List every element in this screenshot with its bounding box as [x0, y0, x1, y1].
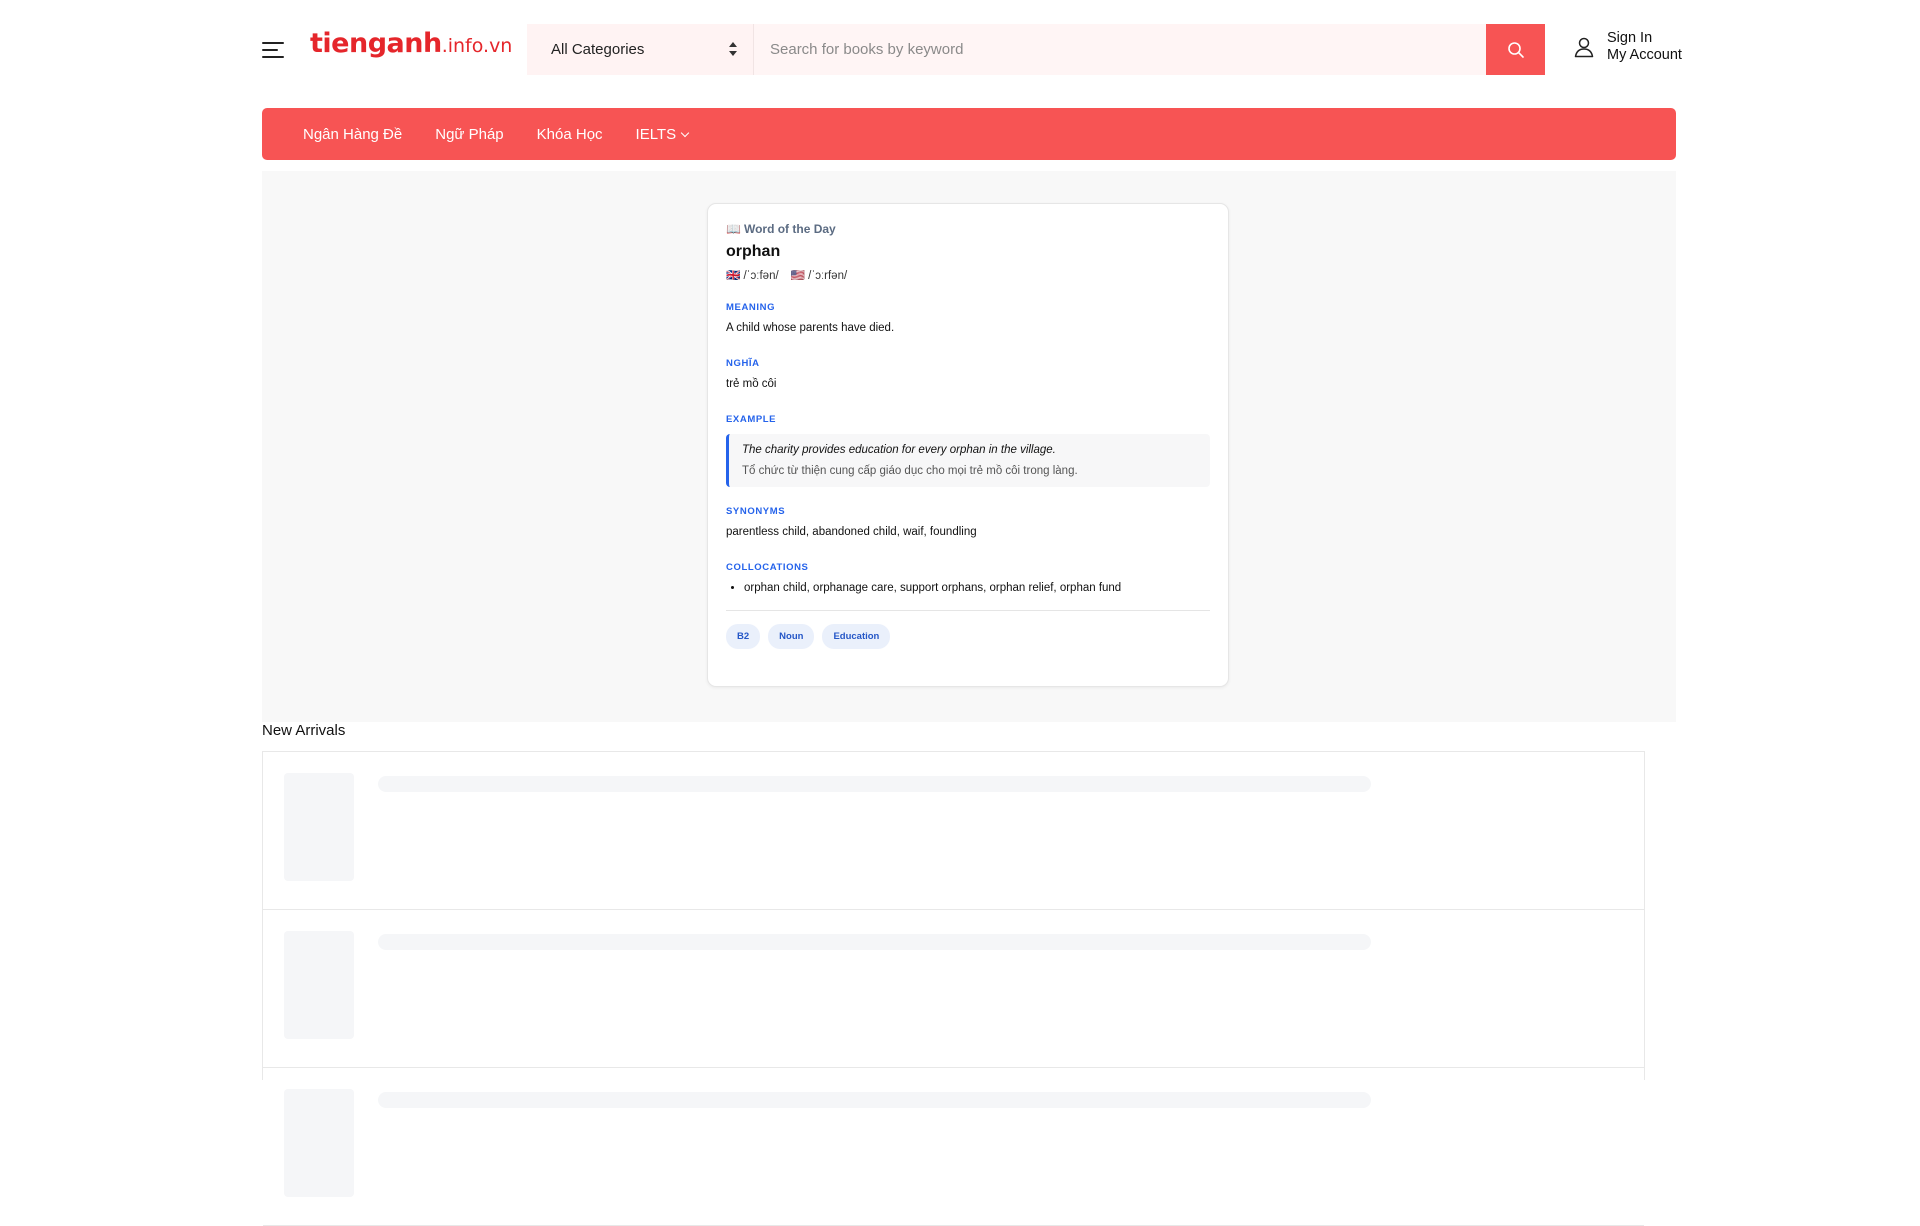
- nav-item-khoa-hoc[interactable]: Khóa Học: [537, 126, 603, 143]
- tag-list: B2 Noun Education: [726, 624, 1210, 649]
- chevron-down-icon: [680, 128, 690, 137]
- nav-item-ielts[interactable]: IELTS: [635, 125, 690, 143]
- new-arrivals-heading: New Arrivals: [262, 722, 346, 739]
- wotd-label-text: Word of the Day: [743, 222, 836, 236]
- nav-item-ngan-hang-de[interactable]: Ngân Hàng Đề: [303, 126, 402, 143]
- search-bar: All Categories: [527, 24, 1545, 75]
- user-icon: [1574, 37, 1594, 58]
- skeleton-thumbnail: [284, 1089, 354, 1197]
- phonetics: 🇬🇧 /ˈɔːfən/ 🇺🇸 /ˈɔːrfən/: [726, 268, 1210, 282]
- example-english: The charity provides education for every…: [742, 444, 1056, 456]
- skeleton-title-line: [378, 776, 1371, 792]
- synonyms-text: parentless child, abandoned child, waif,…: [726, 526, 977, 538]
- tag-part-of-speech: Noun: [768, 624, 815, 649]
- menu-icon[interactable]: [262, 40, 284, 60]
- nav-item-label: Ngân Hàng Đề: [303, 125, 403, 143]
- phonetic-us: 🇺🇸 /ˈɔːrfən/: [790, 270, 848, 282]
- phonetic-uk: 🇬🇧 /ˈɔːfən/: [726, 270, 779, 282]
- search-icon: [1507, 41, 1524, 58]
- example-vietnamese: Tổ chức từ thiện cung cấp giáo dục cho m…: [742, 465, 1078, 477]
- nav-item-label: IELTS: [635, 125, 677, 143]
- site-logo[interactable]: tienganh .info.vn: [310, 28, 512, 68]
- my-account-label: My Account: [1607, 47, 1682, 63]
- collocations-list: orphan child, orphanage care, support or…: [726, 582, 1210, 594]
- wotd-label: 📖 Word of the Day: [726, 222, 1210, 236]
- list-item: [263, 752, 1644, 910]
- synonyms-heading: SYNONYMS: [726, 506, 786, 517]
- nav-item-ngu-phap[interactable]: Ngữ Pháp: [435, 126, 503, 143]
- book-icon: 📖: [726, 222, 741, 236]
- example-heading: EXAMPLE: [726, 414, 777, 425]
- skeleton-thumbnail: [284, 773, 354, 881]
- nghia-heading: NGHĨA: [726, 358, 760, 369]
- word-of-the-day-section: 📖 Word of the Day orphan 🇬🇧 /ˈɔːfən/ 🇺🇸 …: [262, 171, 1676, 722]
- account-link[interactable]: Sign In My Account: [1573, 30, 1682, 64]
- sign-in-label: Sign In: [1607, 30, 1653, 46]
- main-nav: Ngân Hàng Đề Ngữ Pháp Khóa Học IELTS: [262, 108, 1676, 160]
- search-button[interactable]: [1486, 24, 1545, 75]
- word-of-the-day-card: 📖 Word of the Day orphan 🇬🇧 /ˈɔːfən/ 🇺🇸 …: [707, 203, 1229, 687]
- collocations-heading: COLLOCATIONS: [726, 562, 809, 573]
- site-header: tienganh .info.vn All Categories Sign In…: [0, 0, 1920, 100]
- nav-item-label: Ngữ Pháp: [435, 125, 504, 143]
- collocation-item: orphan child, orphanage care, support or…: [744, 582, 1210, 594]
- word-title: orphan: [726, 243, 781, 260]
- meaning-text: A child whose parents have died.: [726, 322, 895, 334]
- tag-topic: Education: [822, 624, 891, 649]
- list-item: [263, 1068, 1644, 1226]
- logo-suffix-text: .info.vn: [441, 35, 513, 57]
- logo-main-text: tienganh: [310, 28, 442, 59]
- example-box: The charity provides education for every…: [726, 434, 1210, 487]
- nav-item-label: Khóa Học: [536, 125, 603, 143]
- skeleton-title-line: [378, 1092, 1371, 1108]
- category-select[interactable]: All Categories: [527, 24, 754, 75]
- meaning-heading: MEANING: [726, 302, 776, 313]
- category-selected-label: All Categories: [551, 41, 645, 58]
- list-item: [263, 910, 1644, 1068]
- skeleton-thumbnail: [284, 931, 354, 1039]
- new-arrivals-list: [262, 751, 1645, 1226]
- nghia-text: trẻ mồ côi: [726, 378, 777, 390]
- select-arrows-icon: [729, 42, 737, 56]
- tag-level: B2: [726, 624, 761, 649]
- card-divider: [726, 610, 1210, 611]
- search-input[interactable]: [754, 24, 1486, 75]
- skeleton-title-line: [378, 934, 1371, 950]
